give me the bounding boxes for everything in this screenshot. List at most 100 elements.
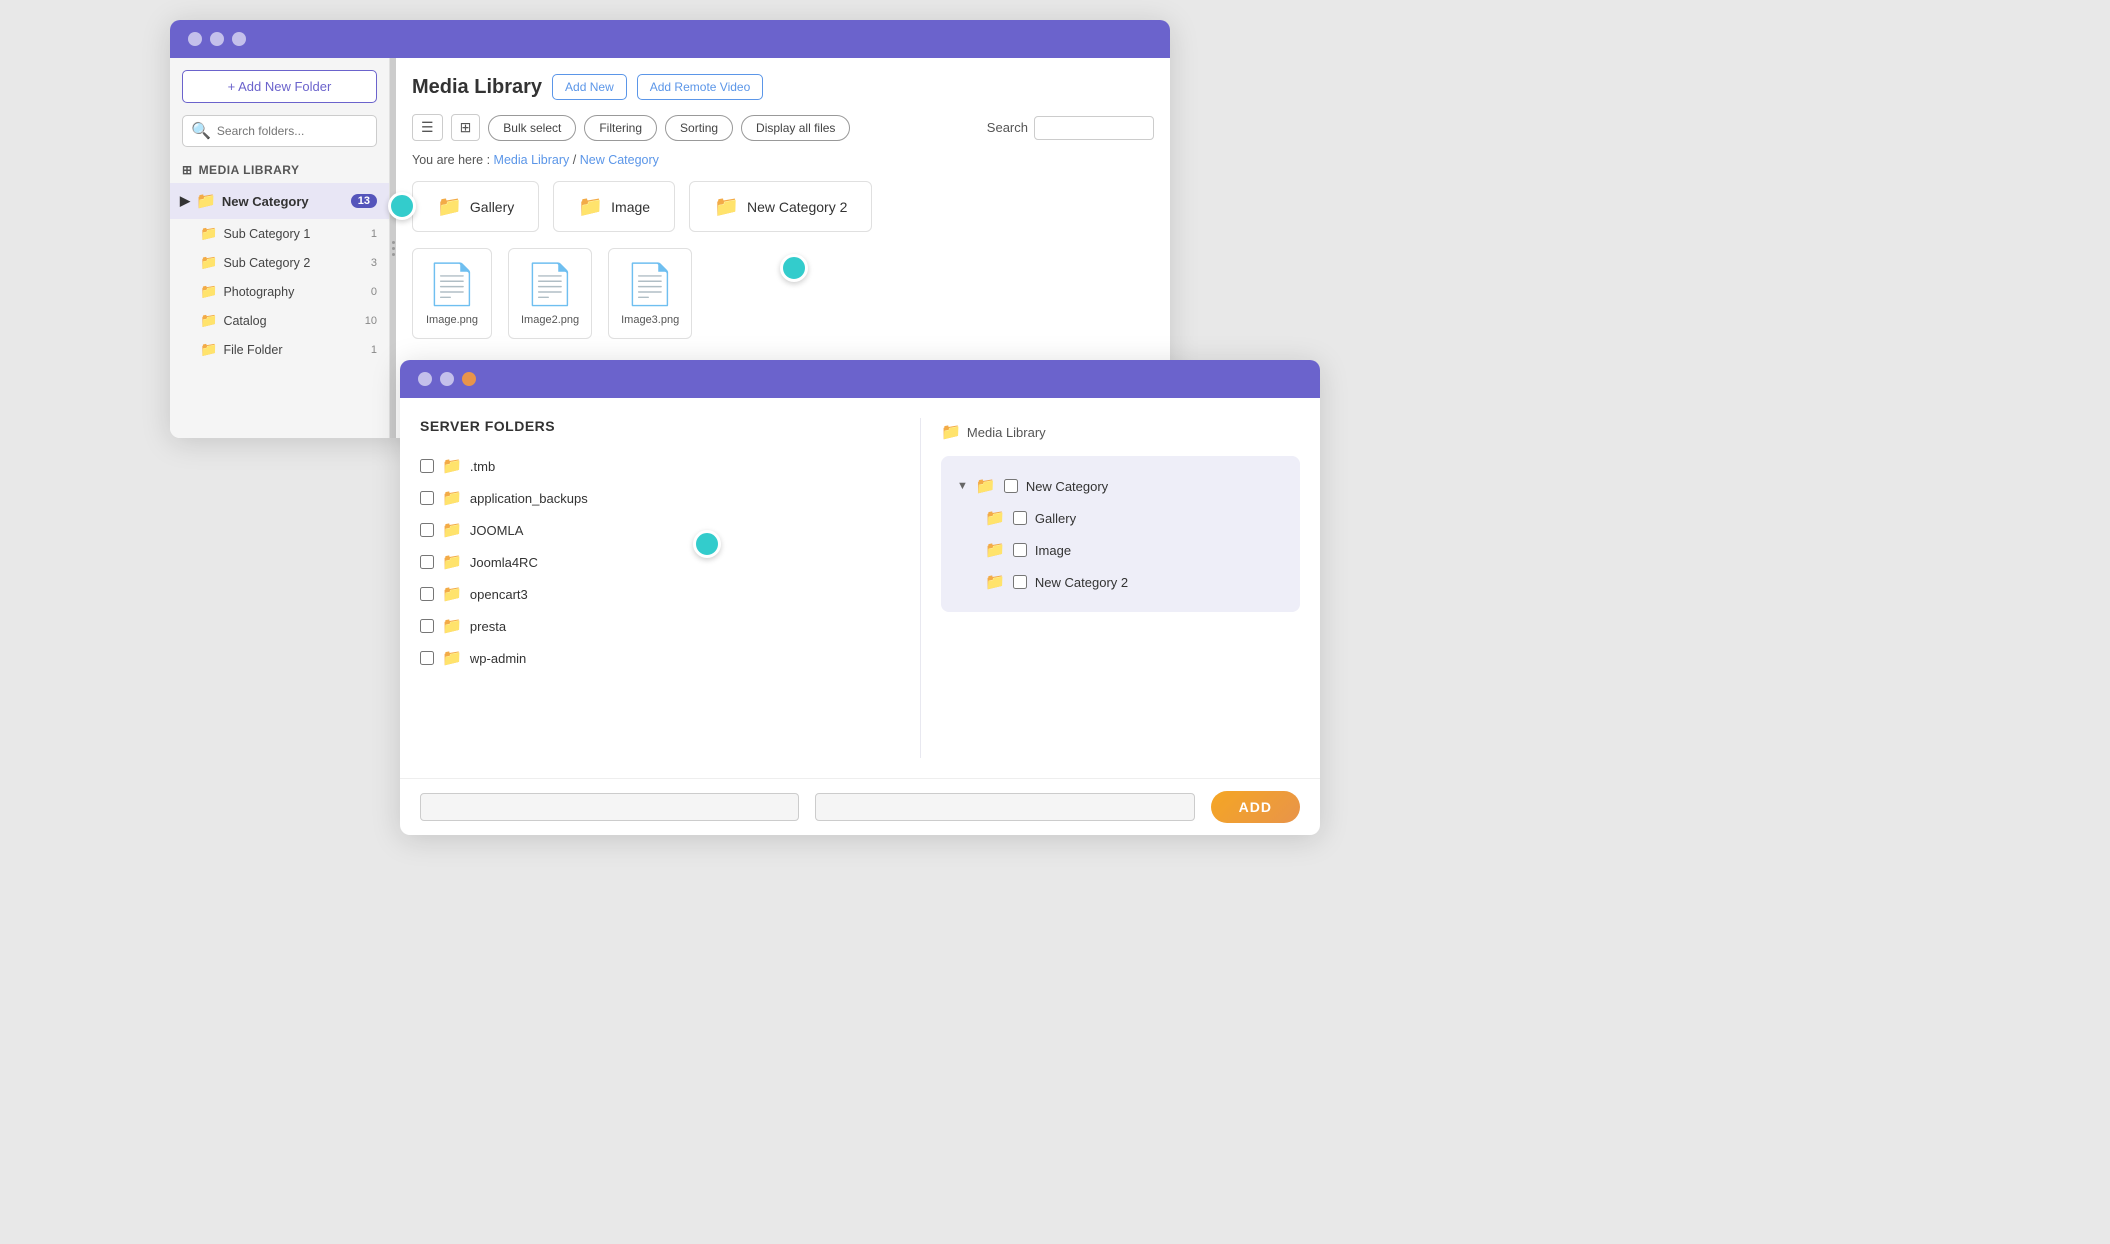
rp-tree-child-1: 📁 Image [957,534,1284,566]
second-window: SERVER FOLDERS 📁 .tmb 📁 application_back… [400,360,1320,835]
rp-tree: ▼ 📁 New Category 📁 Gallery 📁 Image 📁 [941,456,1300,612]
media-library-label: ⊞ MEDIA LIBRARY [170,157,389,183]
file-card-0[interactable]: 📄 Image.png [412,248,492,339]
filtering-btn[interactable]: Filtering [584,115,657,141]
add-folder-button[interactable]: + Add New Folder [182,70,377,103]
file-card-2[interactable]: 📄 Image3.png [608,248,692,339]
sub-item-4[interactable]: 📁 File Folder 1 [170,335,389,364]
sf-checkbox-3[interactable] [420,555,434,569]
breadcrumb-link-2[interactable]: New Category [580,153,659,167]
file-icon-2: 📄 [625,261,675,308]
breadcrumb-link-1[interactable]: Media Library [494,153,570,167]
sf-folder-icon-4: 📁 [442,584,462,604]
folder-card-0[interactable]: 📁 Gallery [412,181,539,232]
rp-tree-child-2: 📁 New Category 2 [957,566,1284,598]
sf-label-4[interactable]: opencart3 [470,587,528,602]
rp-child-label-2: New Category 2 [1035,575,1128,590]
file-name-2: Image3.png [621,314,679,326]
sf-item-2: 📁 JOOMLA [420,514,900,546]
new-category-item[interactable]: ▶ 📁 New Category 13 [170,183,389,219]
sub-count-4: 1 [371,344,377,356]
sub-folder-icon-1: 📁 [200,254,217,271]
rp-child-checkbox-2[interactable] [1013,575,1027,589]
sf-folder-icon-6: 📁 [442,648,462,668]
drag-dot [392,253,395,256]
sidebar: + Add New Folder 🔍 ⊞ MEDIA LIBRARY ▶ 📁 N… [170,58,390,438]
sorting-btn[interactable]: Sorting [665,115,733,141]
sub-item-1[interactable]: 📁 Sub Category 2 3 [170,248,389,277]
titlebar-dot-2 [210,32,224,46]
folder-grid: 📁 Gallery 📁 Image 📁 New Category 2 [412,181,1154,232]
add-button[interactable]: ADD [1211,791,1300,823]
sf-folder-icon-5: 📁 [442,616,462,636]
category-badge: 13 [351,194,377,208]
sf-folder-icon-3: 📁 [442,552,462,572]
rp-root-checkbox[interactable] [1004,479,1018,493]
folder-card-1[interactable]: 📁 Image [553,181,675,232]
sub-folder-icon-0: 📁 [200,225,217,242]
sub-label-3: Catalog [223,314,266,328]
search-label: Search [987,120,1028,135]
rp-tree-child-0: 📁 Gallery [957,502,1284,534]
sf-checkbox-4[interactable] [420,587,434,601]
sf-label-5[interactable]: presta [470,619,506,634]
content-header: Media Library Add New Add Remote Video [412,74,1154,100]
green-dot-3 [693,530,721,558]
sf-checkbox-1[interactable] [420,491,434,505]
green-dot-2 [780,254,808,282]
sf-label-1[interactable]: application_backups [470,491,588,506]
rp-child-checkbox-1[interactable] [1013,543,1027,557]
titlebar-dot-1 [188,32,202,46]
green-dot-1 [388,192,416,220]
sf-label-2[interactable]: JOOMLA [470,523,523,538]
main-titlebar [170,20,1170,58]
bottom-input-left[interactable] [420,793,799,821]
sf-checkbox-2[interactable] [420,523,434,537]
category-folder-icon: 📁 [196,191,216,211]
add-remote-button[interactable]: Add Remote Video [637,74,764,100]
search-input-main[interactable] [1034,116,1154,140]
rp-root-folder-icon: 📁 [941,422,961,442]
sf-folder-icon-1: 📁 [442,488,462,508]
sf-folder-icon-0: 📁 [442,456,462,476]
sub-item-0[interactable]: 📁 Sub Category 1 1 [170,219,389,248]
sub-count-3: 10 [365,315,377,327]
sub-item-2[interactable]: 📁 Photography 0 [170,277,389,306]
rp-tree-root-row: ▼ 📁 New Category [957,470,1284,502]
breadcrumb: You are here : Media Library / New Categ… [412,153,1154,167]
file-icon-0: 📄 [427,261,477,308]
sub-count-1: 3 [371,257,377,269]
drag-dot [392,247,395,250]
grid-view-btn[interactable]: ⊞ [451,114,481,141]
sf-item-4: 📁 opencart3 [420,578,900,610]
sf-checkbox-6[interactable] [420,651,434,665]
sub-item-3[interactable]: 📁 Catalog 10 [170,306,389,335]
sub-count-2: 0 [371,286,377,298]
rp-child-checkbox-0[interactable] [1013,511,1027,525]
sf-label-6[interactable]: wp-admin [470,651,526,666]
category-label: New Category [222,194,309,209]
list-view-btn[interactable]: ☰ [412,114,443,141]
bottom-bar: ADD [400,778,1320,835]
folder-card-2[interactable]: 📁 New Category 2 [689,181,872,232]
sf-checkbox-5[interactable] [420,619,434,633]
bulk-select-btn[interactable]: Bulk select [488,115,576,141]
file-card-1[interactable]: 📄 Image2.png [508,248,592,339]
rp-child-label-1: Image [1035,543,1071,558]
add-new-button[interactable]: Add New [552,74,627,100]
display-all-btn[interactable]: Display all files [741,115,850,141]
sub-label-0: Sub Category 1 [223,227,310,241]
rp-child-folder-icon-1: 📁 [985,540,1005,560]
rp-tree-folder-icon: 📁 [976,476,996,496]
bottom-input-right[interactable] [815,793,1194,821]
sf-label-3[interactable]: Joomla4RC [470,555,538,570]
sub-folder-icon-2: 📁 [200,283,217,300]
sf-checkbox-0[interactable] [420,459,434,473]
search-input[interactable] [217,124,368,138]
sf-label-0[interactable]: .tmb [470,459,495,474]
search-area: Search [987,116,1154,140]
rp-child-folder-icon-0: 📁 [985,508,1005,528]
file-name-0: Image.png [426,314,478,326]
titlebar-dot-3 [232,32,246,46]
page-title: Media Library [412,76,542,99]
